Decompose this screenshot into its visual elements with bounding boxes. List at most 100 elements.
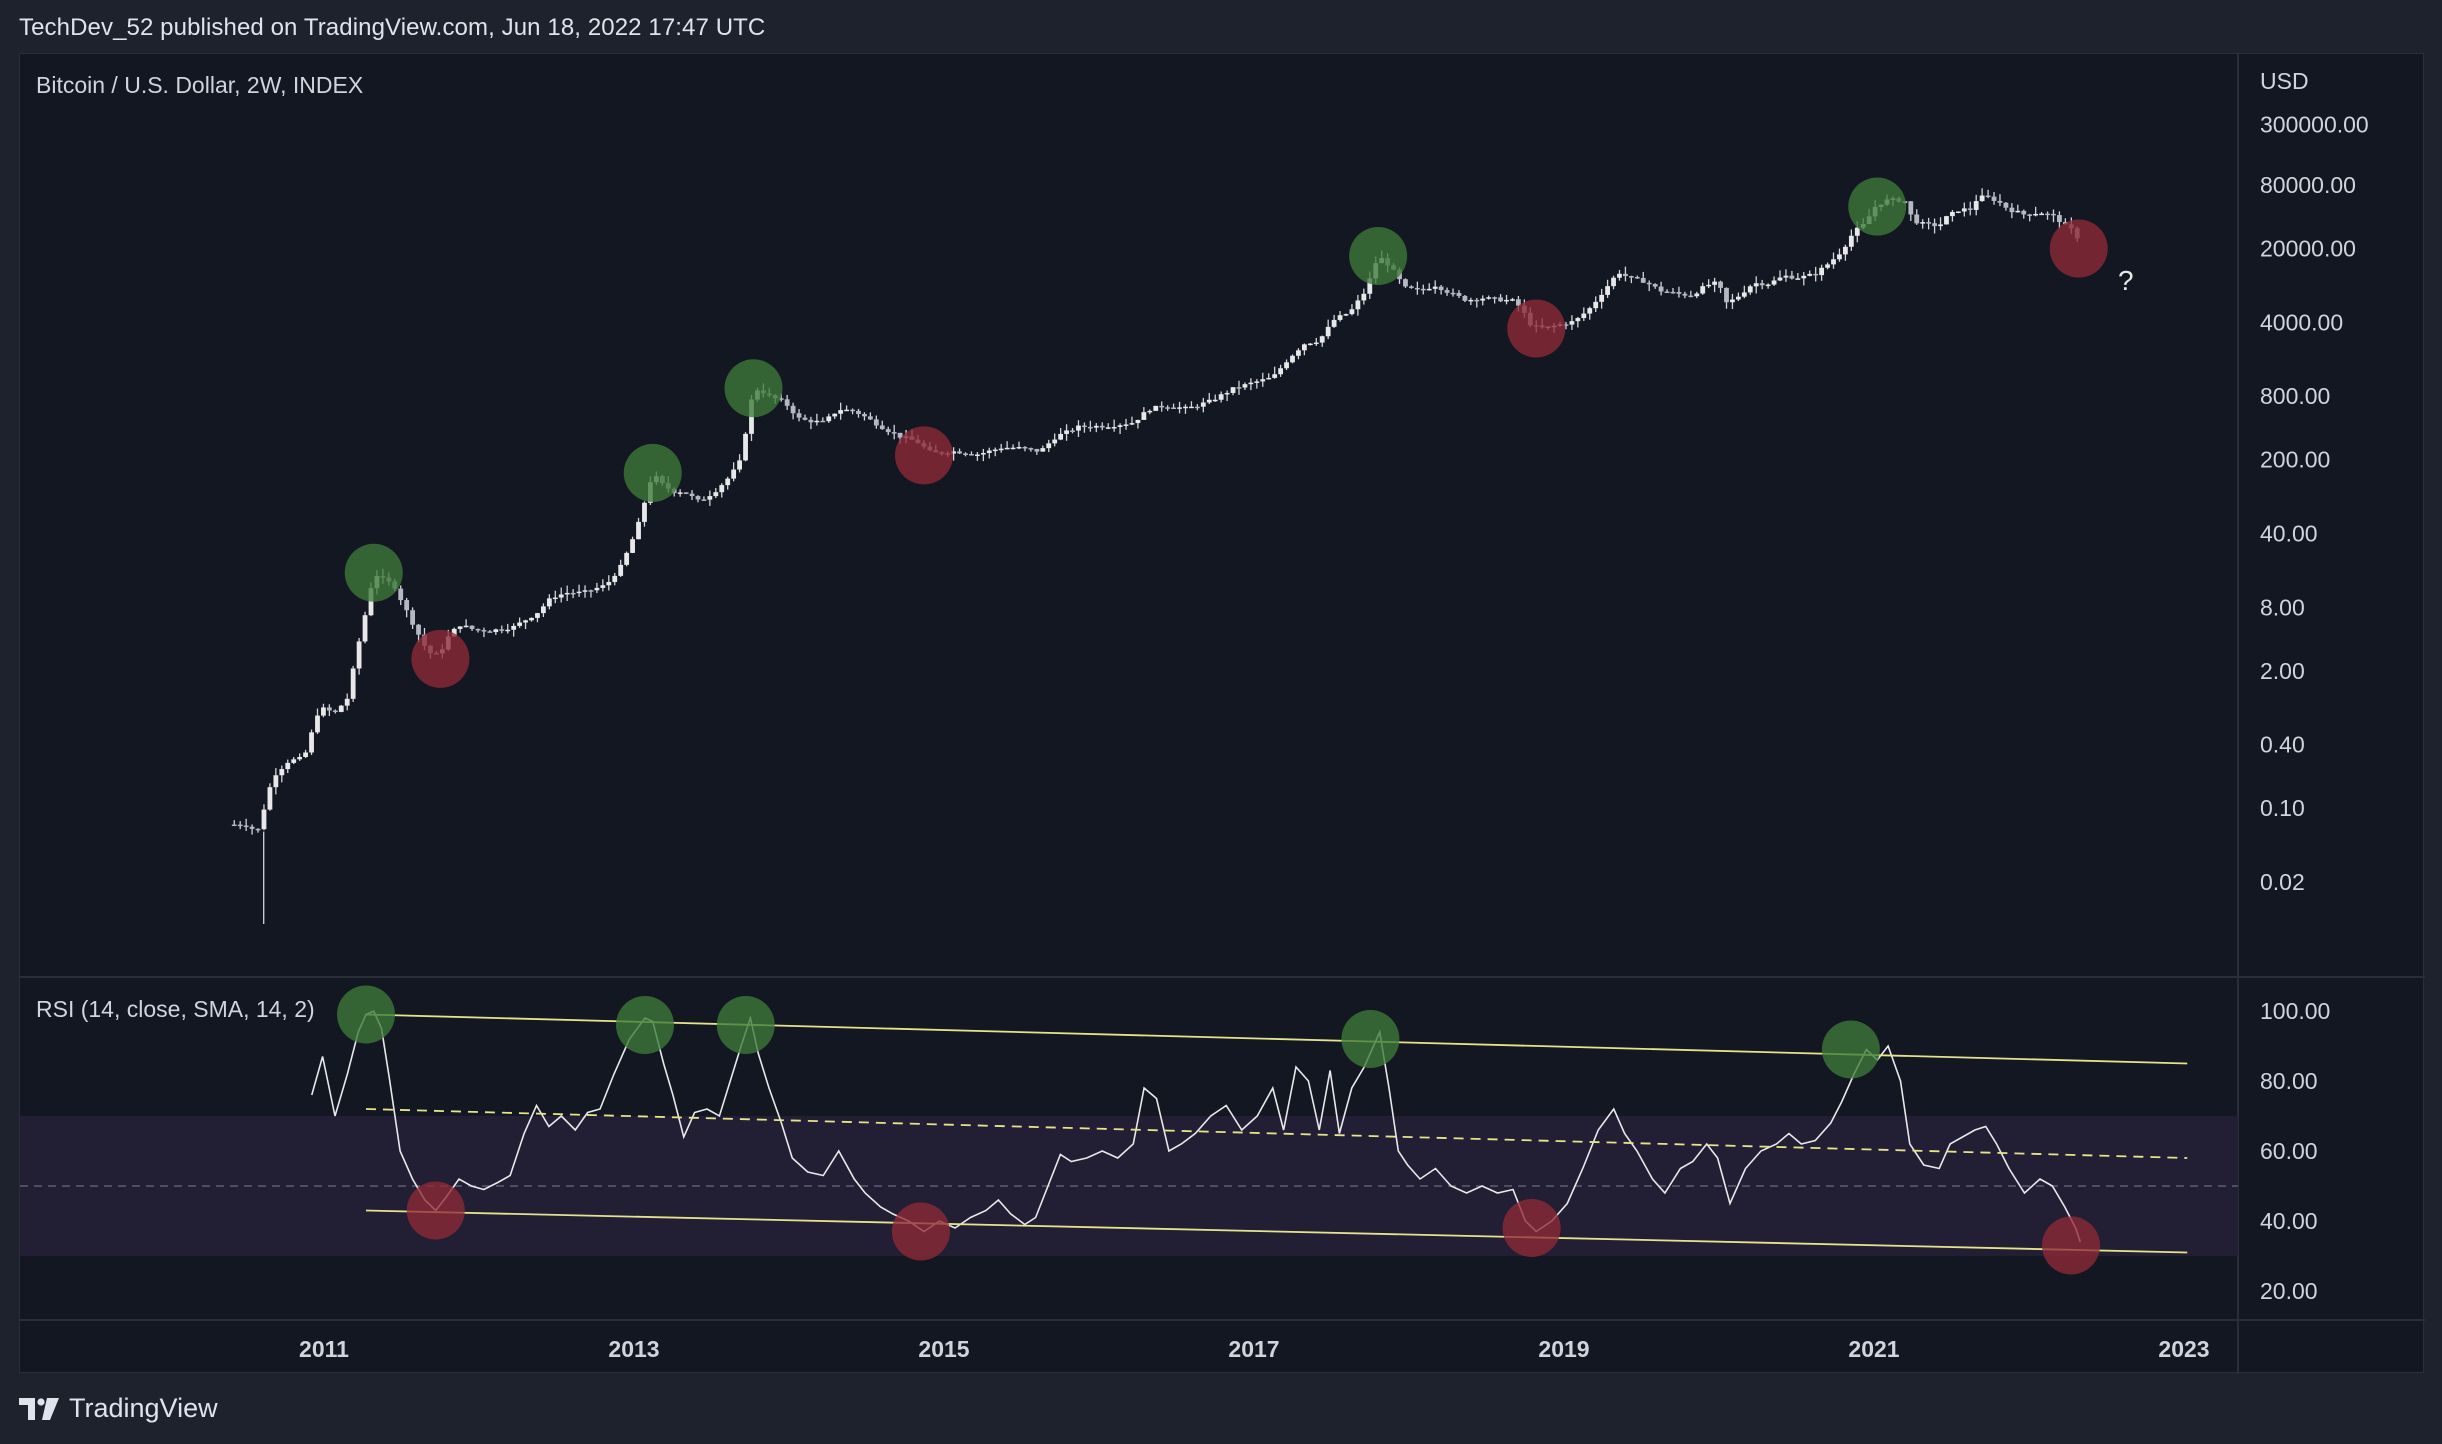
price-candle-body [743, 433, 748, 461]
price-candle-body [1688, 295, 1694, 298]
price-candle-body [1771, 280, 1777, 285]
tradingview-logo[interactable]: TradingView [19, 1393, 218, 1424]
price-candle-body [1789, 275, 1795, 279]
price-candle-body [1046, 443, 1052, 449]
price-candle-body [558, 594, 564, 598]
price-candle-body [1967, 208, 1973, 210]
price-candle-body [315, 715, 320, 733]
price-candle-body [505, 629, 511, 632]
price-candle-body [231, 824, 237, 827]
price-candle-body [624, 552, 630, 565]
price-candle-body [1955, 211, 1961, 213]
price-candle-body [1599, 294, 1605, 302]
rsi-peak-marker [616, 996, 674, 1054]
price-candle-body [1575, 318, 1581, 322]
price-candle-body [1765, 284, 1771, 287]
price-candle-body [457, 626, 463, 629]
price-candle-body [1908, 201, 1914, 215]
price-candle-body [1177, 407, 1182, 409]
price-candle-body [285, 762, 291, 770]
price-candle-body [303, 752, 308, 757]
price-candle-body [1611, 277, 1616, 287]
price-candle-body [1010, 447, 1016, 450]
price-candle-body [1605, 286, 1610, 295]
price-candle-body [1212, 399, 1218, 402]
price-candle-body [2033, 213, 2039, 216]
price-candle-body [1450, 292, 1456, 295]
price-candle-body [1301, 344, 1307, 351]
price-candle-body [719, 485, 725, 493]
price-candle-body [1825, 264, 1830, 268]
price-candle-body [850, 409, 855, 412]
price-candle-body [564, 592, 570, 595]
rsi-axis-tick: 40.00 [2260, 1208, 2318, 1234]
price-candle-body [1831, 259, 1836, 265]
price-candle-body [975, 454, 980, 457]
chart-canvas[interactable]: 300000.00 80000.00 20000.00 4000.00 800.00 20… [20, 54, 2425, 1374]
price-candle-body [338, 705, 344, 712]
price-candle-body [725, 478, 731, 486]
price-candle-body [1087, 426, 1093, 429]
time-axis-tick: 2019 [1538, 1336, 1589, 1362]
price-candle-body [790, 405, 796, 414]
price-candle-body [1587, 308, 1593, 314]
price-candle-body [1498, 297, 1503, 302]
price-candle-body [493, 629, 499, 633]
price-candle-body [1973, 201, 1979, 210]
price-candle-body [1147, 410, 1153, 413]
price-candle-body [2051, 213, 2056, 216]
price-candle-body [1777, 277, 1783, 281]
price-candle-body [1753, 283, 1759, 287]
price-candle-body [713, 492, 719, 497]
price-candle-body [517, 622, 523, 626]
price-candle-body [362, 615, 368, 642]
price-candle-body [1486, 297, 1492, 299]
price-candle-body [267, 787, 273, 810]
price-candle-body [529, 617, 534, 621]
price-candle-body [1403, 279, 1408, 287]
price-candle-body [891, 432, 897, 434]
price-candle-body [1735, 296, 1741, 300]
price-candle-body [1474, 299, 1480, 302]
price-candle-body [1920, 222, 1926, 224]
price-candle-body [594, 587, 600, 591]
price-candle-body [1783, 275, 1789, 278]
price-axis-tick: 800.00 [2260, 383, 2330, 409]
price-candle-body [630, 539, 635, 553]
price-candle-body [469, 625, 475, 629]
price-candle-body [1260, 379, 1266, 382]
price-candle-body [1700, 286, 1706, 294]
price-candle-body [404, 600, 410, 611]
tradingview-brand-text: TradingView [69, 1393, 218, 1423]
price-candle-body [1135, 419, 1141, 424]
price-axis-tick: 0.02 [2260, 869, 2305, 895]
price-candle-body [1759, 283, 1765, 286]
price-candle-body [1724, 287, 1729, 303]
price-candle-body [1634, 276, 1640, 279]
price-candle-body [1058, 433, 1064, 440]
price-candle-body [683, 492, 689, 494]
price-candle-body [1099, 425, 1105, 428]
price-candle-body [1171, 407, 1176, 410]
price-candle-body [291, 759, 297, 763]
time-axis-tick: 2013 [608, 1336, 659, 1362]
price-candle-body [2015, 210, 2021, 213]
price-candle-body [1569, 321, 1575, 325]
price-candle-body [980, 453, 986, 455]
price-candle-body [1646, 282, 1652, 285]
price-candle-body [832, 413, 838, 417]
price-candle-body [1480, 298, 1486, 301]
price-candle-body [2021, 210, 2027, 215]
price-candle-body [1623, 273, 1628, 277]
price-candle-body [481, 630, 487, 632]
price-candle-body [1236, 387, 1242, 389]
price-candle-body [1510, 299, 1515, 301]
price-candle-body [1230, 387, 1236, 393]
price-candle-body [332, 710, 338, 713]
price-candle-body [1296, 350, 1301, 356]
price-candle-body [986, 450, 992, 454]
price-candle-body [243, 825, 249, 828]
rsi-peak-marker [716, 996, 775, 1054]
price-candle-body [1278, 368, 1284, 375]
chart-frame[interactable]: 300000.00 80000.00 20000.00 4000.00 800.00 20… [19, 53, 2425, 1374]
